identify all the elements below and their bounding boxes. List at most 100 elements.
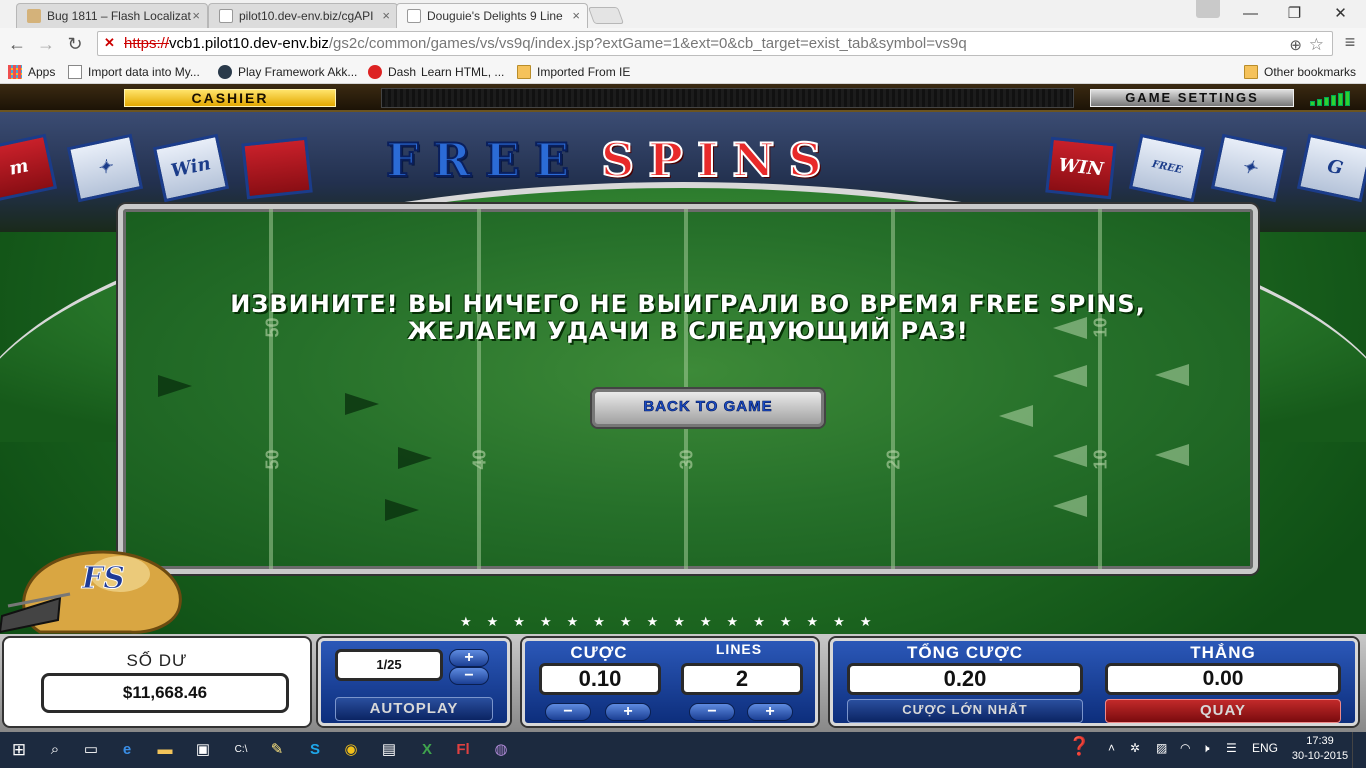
command-prompt-icon[interactable]: C:\ <box>228 737 254 763</box>
notifications-icon[interactable] <box>1352 732 1366 768</box>
field-marker <box>1053 365 1087 387</box>
stadium-banner: G <box>1296 133 1366 203</box>
yard-number: 50 <box>262 449 283 470</box>
lines-minus-button[interactable]: − <box>689 703 735 721</box>
reload-icon[interactable]: ↻ <box>63 32 87 56</box>
tab-title: Bug 1811 – Flash Localizat <box>47 9 191 23</box>
tab-close-icon[interactable]: × <box>572 4 580 28</box>
field-marker <box>158 375 192 397</box>
result-message: ИЗВИНИТЕ! ВЫ НИЧЕГО НЕ ВЫИГРАЛИ ВО ВРЕМЯ… <box>123 291 1253 345</box>
edge-browser-icon[interactable]: e <box>114 737 140 763</box>
notepad-icon[interactable]: ✎ <box>264 737 290 763</box>
bookmark-learn-html[interactable]: Learn HTML, ... <box>401 63 504 81</box>
apps-grid-icon <box>8 65 22 79</box>
back-arrow-icon[interactable]: ← <box>5 32 29 56</box>
chrome-icon[interactable]: ◉ <box>338 737 364 763</box>
max-bet-button[interactable]: CƯỢC LỚN NHẤT <box>847 699 1083 723</box>
address-bar[interactable]: ✕ https://vcb1.pilot10.dev-env.biz/gs2c/… <box>97 31 1333 56</box>
stadium-banner: m <box>0 133 58 203</box>
tab-title: Douguie's Delights 9 Line <box>427 9 563 23</box>
task-view-icon[interactable]: ▭ <box>78 737 104 763</box>
balance-value: $11,668.46 <box>41 673 289 713</box>
notification-warning-icon[interactable]: ❓ <box>1068 736 1090 757</box>
bet-minus-button[interactable]: − <box>545 703 591 721</box>
bookmark-imported-from-ie[interactable]: Imported From IE <box>517 63 630 81</box>
insecure-lock-icon[interactable]: ✕ <box>104 36 118 50</box>
close-window-button[interactable]: ✕ <box>1318 0 1363 28</box>
field-marker <box>385 499 419 521</box>
minimize-button[interactable]: — <box>1228 0 1273 28</box>
media-app-icon[interactable]: ◍ <box>488 737 514 763</box>
file-explorer-icon[interactable]: ▬ <box>152 737 178 763</box>
restore-button[interactable]: ❐ <box>1272 0 1317 28</box>
tab-close-icon[interactable]: × <box>192 4 200 28</box>
stadium-banner: FREE SPINS <box>1128 133 1206 226</box>
tab-bug-1811[interactable]: Bug 1811 – Flash Localizat × <box>16 3 208 28</box>
browser-toolbar: ← → ↻ ✕ https://vcb1.pilot10.dev-env.biz… <box>0 28 1366 60</box>
autoplay-minus-button[interactable]: − <box>449 667 489 685</box>
stadium-banner: ✦ <box>66 133 144 203</box>
back-to-game-button[interactable]: BACK TO GAME <box>590 387 826 429</box>
forward-arrow-icon[interactable]: → <box>34 32 58 56</box>
win-label: THẮNG <box>1190 643 1256 662</box>
stadium-banner: Win <box>152 133 230 203</box>
tab-pilot10[interactable]: pilot10.dev-env.biz/cgAPI × <box>208 3 398 28</box>
store-icon[interactable]: ▣ <box>190 737 216 763</box>
url-host: vcb1.pilot10.dev-env.biz <box>169 35 329 52</box>
free-spins-title: FREE SPINS <box>385 136 966 184</box>
clock[interactable]: 17:39 30-10-2015 <box>1290 734 1350 764</box>
action-center-icon[interactable]: ☰ <box>1226 741 1237 755</box>
tab-strip: Bug 1811 – Flash Localizat × pilot10.dev… <box>0 0 1366 28</box>
url-scheme: https:// <box>124 35 170 52</box>
flash-icon[interactable]: Fl <box>450 737 476 763</box>
network-tray-icon[interactable]: ▨ <box>1156 741 1167 755</box>
field-marker <box>1155 444 1189 466</box>
lines-plus-button[interactable]: + <box>747 703 793 721</box>
page-icon <box>68 65 82 79</box>
search-icon[interactable]: ⌕ <box>42 737 68 763</box>
wifi-icon[interactable]: ◠ <box>1180 741 1190 755</box>
bookmark-play-framework[interactable]: Play Framework Akk... <box>218 63 357 81</box>
yard-line <box>269 209 273 569</box>
yard-line <box>477 209 481 569</box>
play-framework-icon <box>218 65 232 79</box>
input-language[interactable]: ENG <box>1252 741 1278 755</box>
stadium-banner: ✦ <box>1210 133 1288 203</box>
chrome-menu-icon[interactable]: ≡ <box>1340 32 1360 56</box>
balance-box: SỐ DƯ $11,668.46 <box>4 638 310 726</box>
tab-title: pilot10.dev-env.biz/cgAPI <box>239 9 374 23</box>
field-marker <box>1053 445 1087 467</box>
volume-muted-icon[interactable]: 🕨 <box>1202 741 1210 756</box>
bet-label: CƯỢC <box>570 643 628 662</box>
autoplay-plus-button[interactable]: + <box>449 649 489 667</box>
bookmark-apps[interactable]: Apps <box>8 63 55 81</box>
autoplay-count: 1/25 <box>335 649 443 681</box>
bookmark-star-icon[interactable]: ☆ <box>1309 33 1324 55</box>
skype-icon[interactable]: S <box>302 737 328 763</box>
football-helmet-logo: FS <box>0 550 182 634</box>
new-tab-button[interactable] <box>587 7 625 24</box>
progress-stars: ★★★★★★★★★★★★★★★★ <box>460 614 887 629</box>
bookmark-other[interactable]: Other bookmarks <box>1244 63 1356 81</box>
game-settings-button[interactable]: GAME SETTINGS <box>1090 89 1294 107</box>
show-hidden-icons-icon[interactable]: ˄ <box>1108 741 1115 755</box>
user-profile-button[interactable] <box>1196 0 1220 18</box>
cashier-button[interactable]: CASHIER <box>124 89 336 107</box>
autoplay-button[interactable]: AUTOPLAY <box>335 697 493 721</box>
excel-icon[interactable]: X <box>414 737 440 763</box>
total-bet-value: 0.20 <box>847 663 1083 695</box>
page-icon <box>407 9 421 23</box>
bet-plus-button[interactable]: + <box>605 703 651 721</box>
field-marker <box>398 447 432 469</box>
page-icon <box>219 9 233 23</box>
bookmark-import-data[interactable]: Import data into My... <box>68 63 200 81</box>
windows-start-icon[interactable]: ⊞ <box>6 737 32 763</box>
clock-date: 30-10-2015 <box>1291 750 1349 762</box>
zoom-icon[interactable]: ⊕ <box>1289 34 1302 55</box>
app-tray-icon[interactable]: ✲ <box>1130 741 1140 755</box>
notes-app-icon[interactable]: ▤ <box>376 737 402 763</box>
autoplay-box: 1/25 + − AUTOPLAY <box>318 638 510 726</box>
tab-douguie[interactable]: Douguie's Delights 9 Line × <box>396 3 588 28</box>
spin-button[interactable]: QUAY <box>1105 699 1341 723</box>
tab-close-icon[interactable]: × <box>382 4 390 28</box>
